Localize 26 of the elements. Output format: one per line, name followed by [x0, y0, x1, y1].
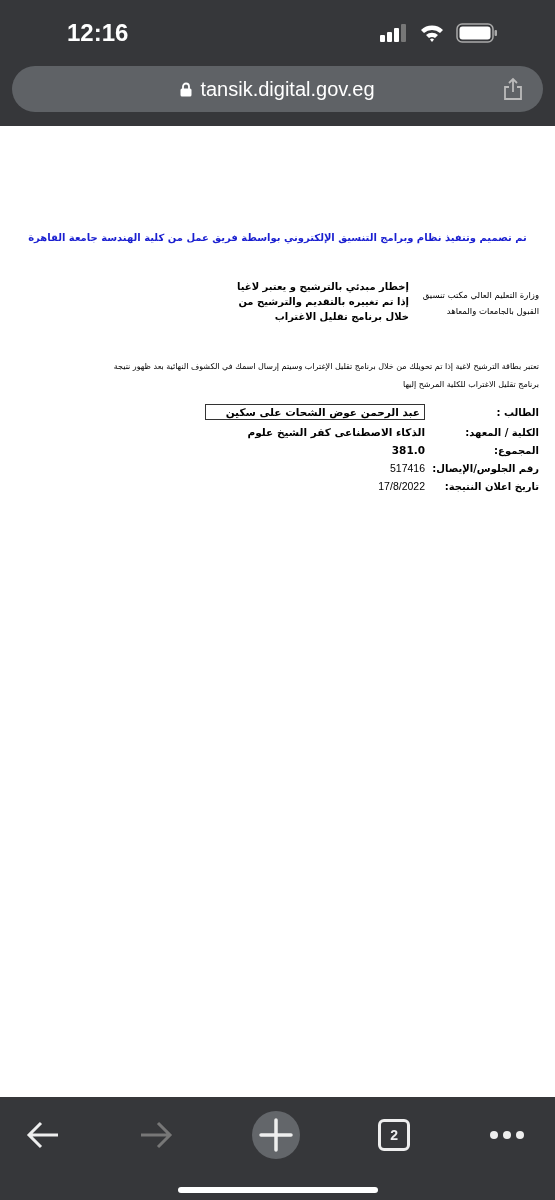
notice-text: تعتبر بطاقة الترشيح لاغية إذا تم تحويلك من خلال برنامج تقليل الإغتراب وسيتم إرسال اسمك في الكشوف النهائية بعد ظهور نتيجة برنامج تقليل الاغتراب للكلية المرشح إليها [112, 361, 539, 391]
back-icon[interactable] [26, 1120, 60, 1150]
name-field: عبد الرحمن عوض الشحات على سكين [205, 404, 425, 420]
share-icon[interactable] [503, 77, 523, 101]
field-value: 517416 [389, 462, 425, 474]
field-value: 381.0 [391, 444, 425, 456]
field-label: الطالب : [495, 406, 539, 418]
notice-title: إخطار مبدئي بالترشيح و يعتبر لاغيا إذا تم تغييره بالتقديم والترشيح من خلال برنامج تقليل الاغتراب [235, 280, 409, 324]
wifi-icon [420, 24, 444, 42]
lock-icon [180, 81, 193, 97]
status-time: 12:16 [67, 19, 129, 47]
field-value: 17/8/2022 [378, 480, 425, 492]
field-value: الذكاء الاصطناعى كفر الشيخ علوم [247, 426, 425, 438]
field-label: رقم الجلوس/الإيصال: [431, 462, 539, 474]
banner-text: تم تصميم وتنفيذ نظام وبرامج التنسيق الإلكتروني بواسطة فريق عمل من كلية الهندسة جامعة القاهرة [27, 231, 528, 243]
field-label: تاريخ اعلان النتيجة: [443, 480, 539, 492]
signal-icon [380, 24, 408, 42]
address-bar[interactable]: tansik.digital.gov.eg [12, 66, 543, 112]
new-tab-icon[interactable] [251, 1111, 300, 1159]
battery-icon [456, 23, 498, 43]
url-text: tansik.digital.gov.eg [200, 77, 375, 101]
tab-count-button[interactable]: 2 [378, 1119, 411, 1151]
more-icon[interactable] [489, 1130, 525, 1140]
field-label: الكلية / المعهد: [464, 426, 539, 438]
ministry-text: وزارة التعليم العالي مكتب تنسيق القبول بالجامعات والمعاهد [421, 289, 539, 318]
field-label: المجموع: [493, 444, 539, 456]
